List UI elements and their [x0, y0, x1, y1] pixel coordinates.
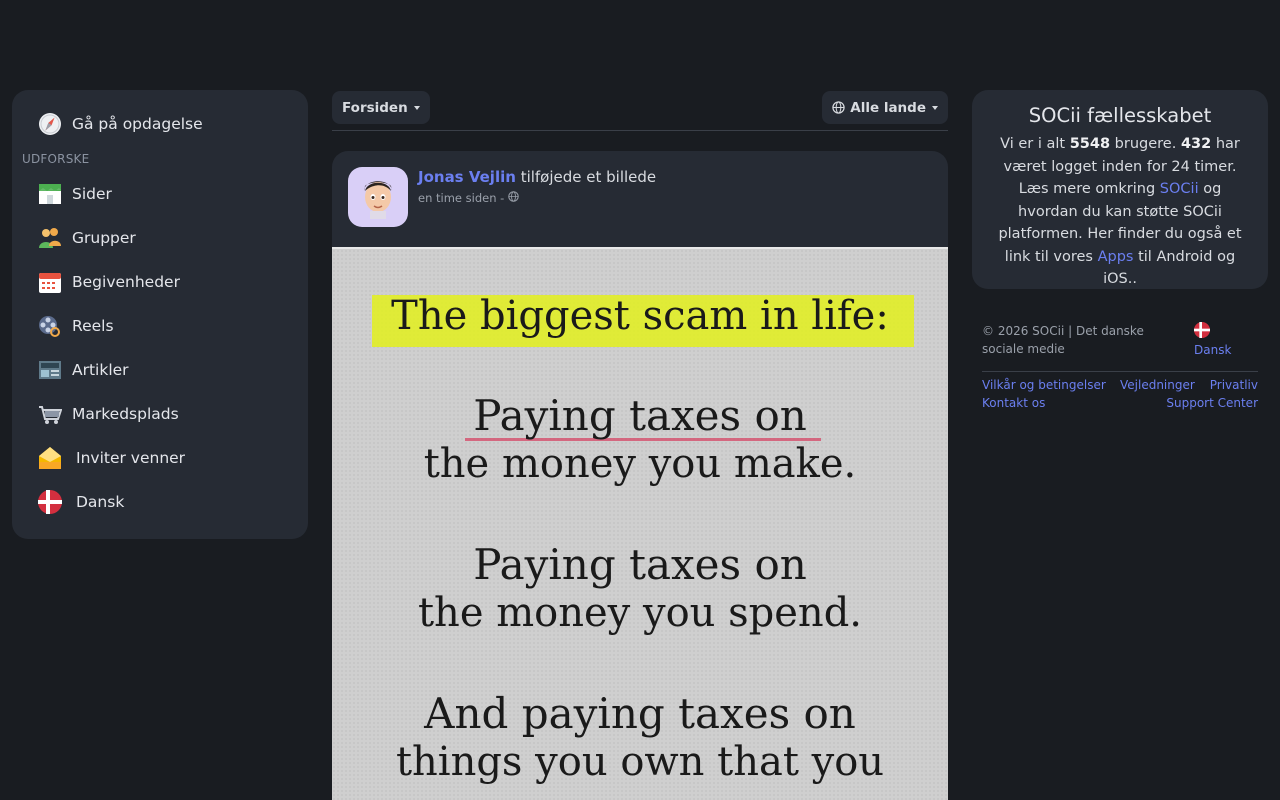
top-bar	[0, 0, 1280, 80]
post-header: Jonas Vejlin tilføjede et billede en tim…	[332, 151, 948, 247]
community-text-part: Vi er i alt	[1000, 136, 1070, 152]
country-dropdown[interactable]: Alle lande	[822, 91, 948, 124]
post-action: tilføjede et billede	[520, 168, 657, 186]
feed-filter-bar: Forsiden Alle lande	[332, 91, 948, 131]
chevron-down-icon	[413, 105, 420, 110]
compass-icon	[38, 112, 62, 136]
support-center-link[interactable]: Support Center	[1166, 396, 1258, 410]
footer-language[interactable]: Dansk	[1194, 322, 1231, 357]
sidebar-item-marketplace[interactable]: Markedsplads	[22, 392, 298, 436]
image-text-line: And paying taxes on	[424, 689, 856, 738]
post-image[interactable]: The biggest scam in life: Paying taxes o…	[332, 247, 948, 800]
image-text-line: Paying taxes on	[473, 391, 807, 440]
sidebar-item-label: Artikler	[72, 361, 129, 379]
community-text-part: brugere.	[1110, 136, 1181, 152]
groups-icon	[38, 226, 62, 250]
copyright: © 2026 SOCii | Det danske sociale medie	[982, 324, 1144, 356]
nav-discover[interactable]: Gå på opdagelse	[22, 102, 298, 146]
sidebar-item-label: Reels	[72, 317, 114, 335]
globe-icon	[832, 101, 845, 114]
online-count: 432	[1180, 136, 1212, 152]
image-text-line: Paying taxes on	[473, 540, 807, 589]
invite-icon	[38, 446, 62, 470]
chevron-down-icon	[932, 105, 938, 110]
image-text-line: things you own that you	[395, 739, 885, 785]
danish-flag-icon	[38, 490, 62, 514]
left-sidebar: Gå på opdagelse UDFORSKE Sider Grupper B…	[12, 90, 308, 539]
nav-discover-label: Gå på opdagelse	[72, 115, 203, 133]
community-title: SOCii fællesskabet	[1028, 104, 1212, 127]
community-card: SOCii fællesskabet Vi er i alt 5548 brug…	[972, 90, 1268, 289]
globe-icon	[508, 191, 520, 205]
terms-link[interactable]: Vilkår og betingelser	[982, 378, 1106, 392]
sidebar-item-reels[interactable]: Reels	[22, 304, 298, 348]
country-label: Alle lande	[850, 99, 926, 116]
film-reel-icon	[38, 314, 62, 338]
post-author-line: Jonas Vejlin tilføjede et billede	[418, 168, 656, 186]
divider	[982, 371, 1258, 372]
community-text: Vi er i alt 5548 brugere. 432 har været …	[988, 133, 1252, 291]
sidebar-item-invite-friends[interactable]: Inviter venner	[22, 436, 298, 480]
shopping-cart-icon	[38, 402, 62, 426]
image-text-line: The biggest scam in life:	[391, 293, 889, 339]
sidebar-item-label: Inviter venner	[76, 449, 186, 467]
sidebar-item-label: Sider	[72, 185, 112, 203]
section-label: UDFORSKE	[22, 152, 90, 166]
privacy-link[interactable]: Privatliv	[1210, 378, 1258, 392]
image-text-line: the money you make.	[423, 441, 857, 487]
sidebar-item-label: Grupper	[72, 229, 136, 247]
sidebar-item-label: Begivenheder	[72, 273, 180, 291]
sidebar-item-label: Dansk	[76, 493, 125, 511]
apps-link[interactable]: Apps	[1098, 249, 1134, 265]
sidebar-item-language[interactable]: Dansk	[22, 480, 298, 524]
avatar[interactable]	[348, 167, 408, 227]
sidebar-item-articles[interactable]: Artikler	[22, 348, 298, 392]
feed-filter-dropdown[interactable]: Forsiden	[332, 91, 430, 124]
socii-link[interactable]: SOCii	[1160, 181, 1199, 197]
image-text-line: the money you spend.	[417, 590, 863, 636]
guides-link[interactable]: Vejledninger	[1120, 378, 1195, 392]
sidebar-item-groups[interactable]: Grupper	[22, 216, 298, 260]
footer-language-label: Dansk	[1194, 343, 1232, 357]
post-meta: en time siden -	[418, 191, 520, 205]
calendar-icon	[38, 270, 62, 294]
user-count: 5548	[1069, 136, 1111, 152]
sidebar-item-label: Markedsplads	[72, 405, 179, 423]
danish-flag-icon	[1194, 322, 1210, 341]
contact-link[interactable]: Kontakt os	[982, 396, 1045, 410]
post-author-link[interactable]: Jonas Vejlin	[418, 168, 516, 186]
post-time: en time siden -	[418, 191, 505, 205]
sidebar-item-events[interactable]: Begivenheder	[22, 260, 298, 304]
feed-post: Jonas Vejlin tilføjede et billede en tim…	[332, 151, 948, 800]
sidebar-item-pages[interactable]: Sider	[22, 172, 298, 216]
pages-icon	[38, 182, 62, 206]
newspaper-icon	[38, 358, 62, 382]
feed-filter-label: Forsiden	[342, 99, 408, 116]
